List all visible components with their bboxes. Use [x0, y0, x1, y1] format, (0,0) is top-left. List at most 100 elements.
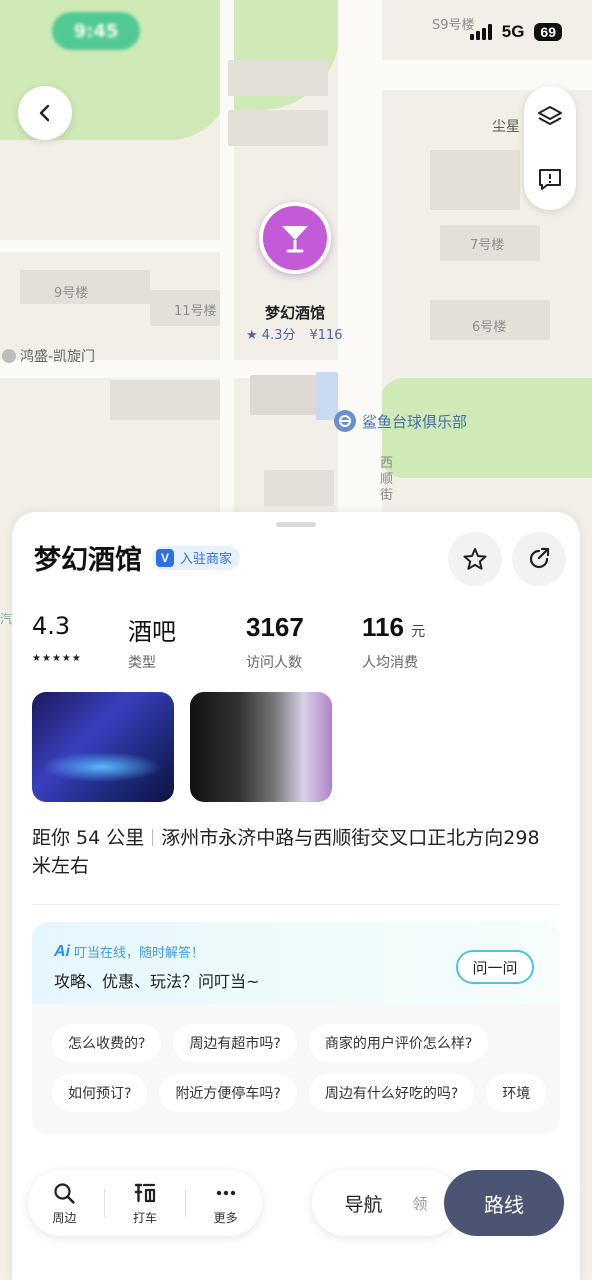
- poi-rating: ★ 4.3分 ¥116: [246, 324, 343, 343]
- building: [250, 375, 320, 415]
- more-button[interactable]: 更多: [193, 1181, 259, 1226]
- price-value: 116 元: [362, 612, 426, 642]
- map-label: 汽: [0, 612, 13, 626]
- suggestion-chip[interactable]: 如何预订?: [52, 1074, 148, 1112]
- visitors-label: 访问人数: [246, 655, 302, 671]
- more-dots-icon: [216, 1190, 235, 1195]
- stats-row: 4.3 ★ ★ ★ ★ ★ 酒吧 类型 3167 访问人数 116 元 人均消费: [32, 612, 472, 672]
- layers-button[interactable]: [530, 97, 570, 137]
- visitors-stat: 3167 访问人数: [246, 612, 362, 672]
- more-label: 更多: [213, 1210, 238, 1225]
- poi-dot-icon: [2, 349, 16, 363]
- suggestion-chips: 怎么收费的? 周边有超市吗? 商家的用户评价怎么样? 如何预订? 附近方便停车吗…: [52, 1024, 560, 1124]
- price-label: 人均消费: [362, 655, 418, 671]
- place-detail-sheet[interactable]: 梦幻酒馆 V 入驻商家 4.3 ★ ★ ★ ★ ★ 酒吧 类型 3167 访问人数 11…: [12, 512, 580, 1280]
- map-label: 鸿盛-凯旋门: [20, 349, 96, 365]
- taxi-label: 打车: [132, 1210, 157, 1225]
- photo-thumbnail[interactable]: [32, 692, 174, 802]
- building: [110, 380, 220, 420]
- map-label: 6号楼: [472, 320, 507, 335]
- building: [430, 150, 520, 210]
- nearby-button[interactable]: 周边: [31, 1181, 97, 1226]
- bar-marker[interactable]: [259, 202, 331, 274]
- map-label: S9号楼: [432, 18, 475, 33]
- type-stat: 酒吧 类型: [128, 612, 246, 672]
- feedback-icon: [539, 169, 561, 190]
- star-icon: ★: [246, 328, 258, 343]
- navigate-button[interactable]: 导航 领: [312, 1170, 460, 1236]
- map-label: 11号楼: [174, 304, 217, 319]
- map-label: 领: [412, 1194, 428, 1213]
- battery-icon: 69: [534, 23, 562, 41]
- network-type: 5G: [501, 22, 525, 41]
- favorite-button[interactable]: [448, 532, 502, 586]
- tools-pill: 周边 打车 更多: [28, 1170, 262, 1236]
- share-button[interactable]: [512, 532, 566, 586]
- section-divider: [32, 904, 560, 905]
- street-label: 西顺街: [380, 456, 394, 503]
- suggestion-chip[interactable]: 怎么收费的?: [52, 1024, 162, 1062]
- divider: [152, 829, 154, 846]
- map-label: 鲨鱼台球俱乐部: [362, 412, 468, 431]
- status-time: 9:45: [52, 12, 140, 50]
- suggestion-chip[interactable]: 环境: [486, 1074, 547, 1112]
- road: [0, 240, 220, 252]
- poi-score: 4.3分: [261, 328, 296, 343]
- building: [228, 110, 328, 146]
- suggestion-chip[interactable]: 附近方便停车吗?: [159, 1074, 297, 1112]
- hongsheng-poi[interactable]: 鸿盛-凯旋门: [2, 346, 95, 366]
- billiard-icon: [334, 410, 356, 432]
- suggestion-chip[interactable]: 周边有超市吗?: [173, 1024, 297, 1062]
- report-button[interactable]: [530, 159, 570, 199]
- address[interactable]: 距你 54 公里 涿州市永济中路与西顺街交叉口正北方向298米左右: [32, 824, 552, 880]
- nearby-label: 周边: [52, 1210, 77, 1225]
- place-title: 梦幻酒馆: [34, 545, 142, 576]
- drag-handle[interactable]: [276, 522, 316, 527]
- taxi-button[interactable]: 打车: [112, 1181, 178, 1226]
- ai-prompt: 攻略、优惠、玩法？问叮当~: [54, 972, 260, 991]
- type-label: 类型: [128, 655, 156, 671]
- suggestion-chip[interactable]: 商家的用户评价怎么样?: [308, 1024, 489, 1062]
- chevron-left-icon: [39, 104, 50, 122]
- poi-price: ¥116: [309, 328, 343, 343]
- building: [228, 60, 328, 96]
- taxi-icon: [134, 1183, 156, 1202]
- distance: 距你 54 公里: [32, 827, 145, 849]
- poi-name: 梦幻酒馆: [264, 304, 325, 322]
- status-indicators: 5G 69: [469, 22, 562, 42]
- verified-icon: V: [156, 548, 174, 567]
- map-tools: [524, 86, 576, 210]
- merchant-badge-label: 入驻商家: [180, 552, 233, 567]
- bottom-action-bar: 周边 打车 更多 导航 领 路线: [28, 1170, 564, 1236]
- map-label: 9号楼: [54, 286, 89, 301]
- merchant-badge[interactable]: V 入驻商家: [152, 545, 241, 570]
- star-outline-icon: [463, 548, 487, 570]
- building: [264, 470, 334, 506]
- star-rating-icon: ★ ★ ★ ★ ★: [32, 653, 81, 664]
- layers-icon: [538, 106, 562, 125]
- photo-gallery: [32, 692, 332, 802]
- map-label: 7号楼: [470, 238, 505, 253]
- ai-status: 叮当在线，随时解答！: [74, 946, 205, 961]
- title-row: 梦幻酒馆 V 入驻商家: [34, 538, 241, 577]
- ai-assistant-card: Ai 叮当在线，随时解答！ 攻略、优惠、玩法？问叮当~ 问一问 怎么收费的? 周…: [32, 922, 560, 1134]
- type-value: 酒吧: [128, 618, 176, 646]
- rating-value: 4.3: [32, 612, 71, 640]
- ask-button[interactable]: 问一问: [456, 950, 534, 984]
- cocktail-icon: [282, 226, 308, 253]
- back-button[interactable]: [18, 86, 72, 140]
- search-icon: [54, 1182, 76, 1204]
- separator: [184, 1189, 186, 1217]
- ai-header: Ai 叮当在线，随时解答！: [54, 942, 205, 962]
- ai-logo-icon: Ai: [54, 942, 70, 960]
- billiard-poi[interactable]: 鲨鱼台球俱乐部: [334, 410, 467, 432]
- visitors-value: 3167: [246, 612, 304, 642]
- map-label: 尘星: [492, 119, 520, 135]
- rating-stat[interactable]: 4.3 ★ ★ ★ ★ ★: [32, 612, 128, 672]
- price-stat: 116 元 人均消费: [362, 612, 472, 672]
- photo-thumbnail[interactable]: [190, 692, 332, 802]
- separator: [104, 1189, 106, 1217]
- share-icon: [529, 547, 550, 569]
- suggestion-chip[interactable]: 周边有什么好吃的吗?: [308, 1074, 475, 1112]
- route-button[interactable]: 路线: [444, 1170, 564, 1236]
